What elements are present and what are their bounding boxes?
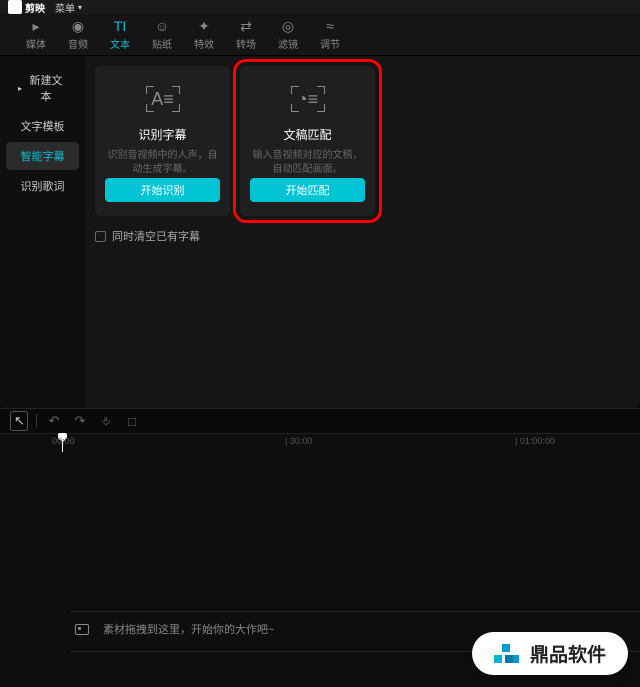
ruler-mark: | 30:00 bbox=[285, 436, 312, 446]
split-button[interactable]: ⎀ bbox=[97, 413, 115, 429]
app-logo: 剪映 bbox=[8, 0, 45, 15]
transition-icon: ⇄ bbox=[240, 18, 252, 34]
track-divider bbox=[70, 611, 640, 612]
chevron-down-icon: ▾ bbox=[78, 3, 82, 12]
sidebar-smart-subtitle[interactable]: 智能字幕 bbox=[6, 142, 79, 170]
sidebar: ▸新建文本 文字模板 智能字幕 识别歌词 bbox=[0, 56, 85, 408]
media-placeholder-icon bbox=[75, 624, 89, 635]
card-desc: 识别音视频中的人声，自动生成字幕。 bbox=[105, 149, 220, 178]
logo-icon bbox=[8, 0, 22, 14]
subtitle-icon: A≡ bbox=[146, 84, 180, 114]
tab-audio[interactable]: ◉音频 bbox=[57, 18, 99, 51]
content-panel: A≡ 识别字幕 识别音视频中的人声，自动生成字幕。 开始识别 同时清空已有字幕 … bbox=[85, 56, 640, 408]
filter-icon: ◎ bbox=[282, 18, 294, 34]
title-bar: 剪映 菜单 ▾ bbox=[0, 0, 640, 14]
redo-button[interactable]: ↷ bbox=[71, 413, 89, 429]
card-recognize-subtitle: A≡ 识别字幕 识别音视频中的人声，自动生成字幕。 开始识别 bbox=[95, 66, 230, 216]
tab-sticker[interactable]: ☺贴纸 bbox=[141, 18, 183, 51]
sidebar-new-text[interactable]: ▸新建文本 bbox=[6, 66, 79, 110]
tab-media[interactable]: ▸媒体 bbox=[15, 18, 57, 51]
sticker-icon: ☺ bbox=[155, 18, 169, 34]
script-match-icon: ◔≡ bbox=[291, 84, 325, 114]
timeline-empty-hint: 素材拖拽到这里，开始你的大作吧~ bbox=[75, 621, 274, 637]
card-desc: 输入音视频对应的文稿，自动匹配画面。 bbox=[250, 149, 365, 178]
tab-adjust[interactable]: ≈调节 bbox=[309, 18, 351, 51]
watermark-badge: 鼎品软件 bbox=[472, 632, 628, 675]
timeline-toolbar: ↖ ↶ ↷ ⎀ □ bbox=[0, 408, 640, 434]
menu-dropdown[interactable]: 菜单 ▾ bbox=[55, 0, 82, 15]
text-icon: TI bbox=[114, 18, 126, 34]
app-name: 剪映 bbox=[25, 0, 45, 15]
clear-subtitles-checkbox[interactable]: 同时清空已有字幕 bbox=[95, 226, 230, 246]
card-title: 文稿匹配 bbox=[283, 126, 331, 143]
media-icon: ▸ bbox=[32, 18, 39, 34]
delete-button[interactable]: □ bbox=[123, 414, 141, 429]
checkbox-icon bbox=[95, 231, 106, 242]
caret-right-icon: ▸ bbox=[18, 84, 22, 93]
sidebar-lyrics[interactable]: 识别歌词 bbox=[6, 172, 79, 200]
tab-effects[interactable]: ✦特效 bbox=[183, 18, 225, 51]
cursor-tool[interactable]: ↖ bbox=[10, 411, 28, 431]
start-recognize-button[interactable]: 开始识别 bbox=[105, 178, 220, 202]
audio-icon: ◉ bbox=[72, 18, 84, 34]
undo-button[interactable]: ↶ bbox=[45, 413, 63, 429]
main-area: ▸新建文本 文字模板 智能字幕 识别歌词 A≡ 识别字幕 识别音视频中的人声，自… bbox=[0, 56, 640, 408]
start-match-button[interactable]: 开始匹配 bbox=[250, 178, 365, 202]
adjust-icon: ≈ bbox=[326, 18, 334, 34]
divider bbox=[36, 414, 37, 428]
watermark-icon bbox=[494, 641, 520, 667]
tab-transition[interactable]: ⇄转场 bbox=[225, 18, 267, 51]
tab-filter[interactable]: ◎滤镜 bbox=[267, 18, 309, 51]
effects-icon: ✦ bbox=[198, 18, 210, 34]
tab-text[interactable]: TI文本 bbox=[99, 18, 141, 51]
tab-bar: ▸媒体 ◉音频 TI文本 ☺贴纸 ✦特效 ⇄转场 ◎滤镜 ≈调节 bbox=[0, 14, 640, 56]
time-ruler[interactable]: 00:00 | 30:00 | 01:00:00 bbox=[0, 434, 640, 452]
sidebar-text-template[interactable]: 文字模板 bbox=[6, 112, 79, 140]
ruler-mark: 00:00 bbox=[52, 436, 75, 446]
card-script-match: ◔≡ 文稿匹配 输入音视频对应的文稿，自动匹配画面。 开始匹配 bbox=[240, 66, 375, 216]
card-title: 识别字幕 bbox=[138, 126, 186, 143]
ruler-mark: | 01:00:00 bbox=[515, 436, 555, 446]
